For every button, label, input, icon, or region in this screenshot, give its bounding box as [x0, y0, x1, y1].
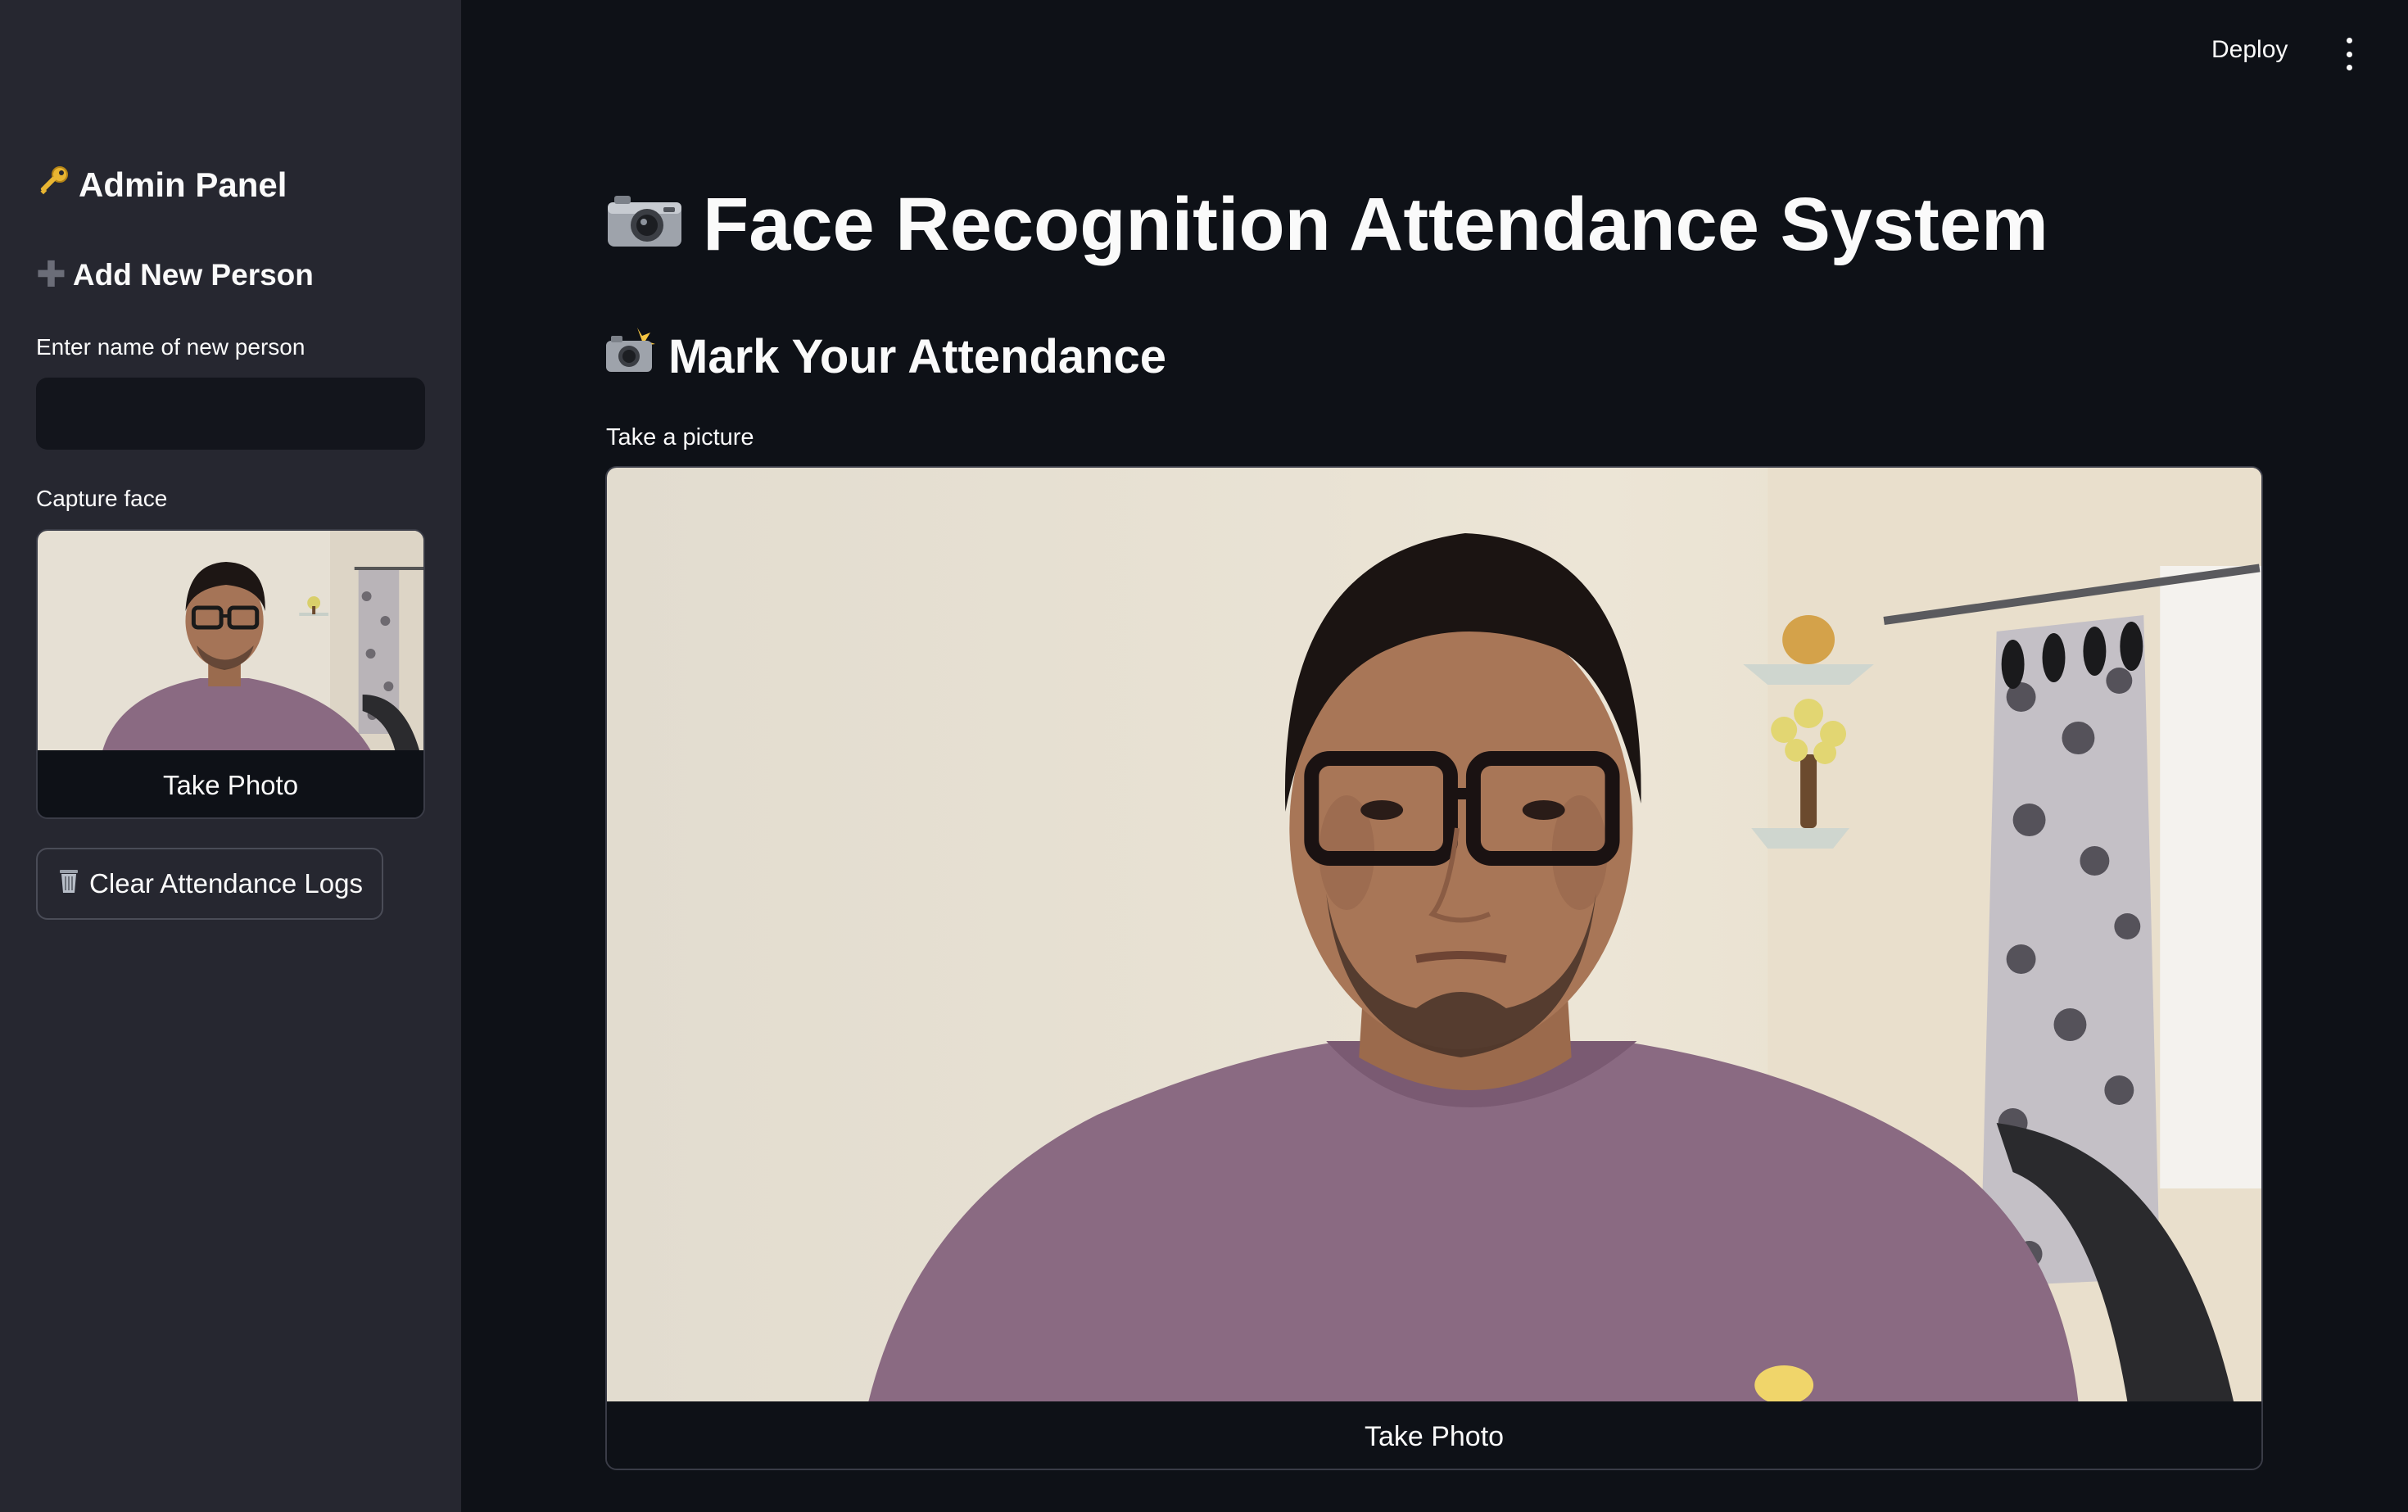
add-person-heading: ✚ Add New Person [36, 257, 314, 293]
capture-face-take-photo-button[interactable]: Take Photo [38, 750, 423, 817]
capture-face-camera[interactable]: Take Photo [36, 529, 425, 819]
sidebar-title: Admin Panel [36, 164, 287, 206]
camera-feed [607, 468, 2261, 1401]
camera-flash-icon [604, 328, 657, 385]
clear-attendance-logs-label: Clear Attendance Logs [89, 868, 363, 899]
camera-feed-preview [38, 531, 423, 750]
attendance-camera[interactable]: Take Photo [605, 466, 2263, 1470]
sidebar: Admin Panel ✚ Add New Person Enter name … [0, 0, 461, 1512]
mark-attendance-heading: Mark Your Attendance [604, 328, 1166, 385]
page-title: Face Recognition Attendance System [604, 182, 2048, 268]
trash-icon [57, 867, 81, 901]
mark-attendance-heading-text: Mark Your Attendance [668, 329, 1167, 383]
plus-icon: ✚ [36, 255, 66, 295]
page-title-text: Face Recognition Attendance System [703, 183, 2048, 266]
key-icon [36, 164, 70, 206]
deploy-button[interactable]: Deploy [2211, 36, 2288, 64]
capture-face-label: Capture face [36, 486, 168, 511]
kebab-menu-icon[interactable] [2339, 38, 2359, 70]
add-person-heading-text: Add New Person [72, 258, 314, 292]
name-input[interactable] [36, 378, 425, 450]
camera-icon [604, 182, 685, 268]
name-field-label: Enter name of new person [36, 334, 306, 360]
take-picture-label: Take a picture [606, 424, 754, 450]
sidebar-title-text: Admin Panel [79, 165, 287, 204]
app-root: Admin Panel ✚ Add New Person Enter name … [0, 0, 2408, 1512]
attendance-take-photo-button[interactable]: Take Photo [607, 1401, 2261, 1469]
clear-attendance-logs-button[interactable]: Clear Attendance Logs [36, 848, 383, 920]
